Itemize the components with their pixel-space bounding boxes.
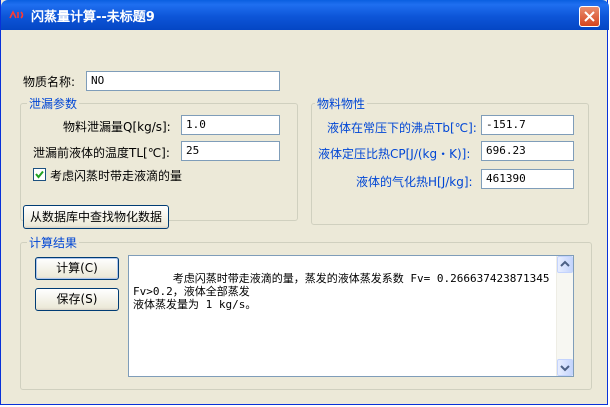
save-button[interactable]: 保存(S) [35, 288, 119, 311]
result-scrollbar[interactable] [556, 256, 573, 376]
material-props-title: 物料物性 [315, 95, 368, 112]
window-client: 物质名称: NO 泄漏参数 物料泄漏量Q[kg/s]: 1.0 泄漏前液体的温度… [5, 30, 605, 401]
arrow-up-icon [560, 260, 570, 267]
flash-calc-window: 闪蒸量计算--未标题9 物质名称: NO 泄漏参数 物料泄漏量Q[kg/s]: … [0, 0, 609, 405]
boiling-point-field[interactable]: -151.7 [481, 115, 574, 135]
substance-label: 物质名称: [23, 75, 76, 89]
vaporization-heat-field[interactable]: 461390 [481, 169, 574, 189]
close-button[interactable] [579, 6, 600, 27]
specific-heat-label: 液体定压比热CP[J/(kg・K)]: [318, 147, 471, 161]
leak-params-title: 泄漏参数 [27, 95, 80, 112]
substance-name-field[interactable]: NO [86, 71, 280, 91]
leak-flow-field[interactable]: 1.0 [181, 115, 280, 135]
carry-droplets-checkbox[interactable] [33, 168, 46, 181]
results-title: 计算结果 [27, 234, 80, 251]
arrow-down-icon [560, 365, 570, 372]
result-output-text: 考虑闪蒸时带走液滴的量，蒸发的液体蒸发系数 Fv= 0.266637423871… [133, 272, 550, 311]
leak-temp-field[interactable]: 25 [181, 141, 280, 161]
checkmark-icon [35, 170, 44, 179]
leak-temp-label: 泄漏前液体的温度TL[℃]: [33, 146, 170, 160]
boiling-point-label: 液体在常压下的沸点Tb[℃]: [327, 121, 477, 135]
window-title: 闪蒸量计算--未标题9 [31, 10, 155, 25]
app-icon [9, 10, 24, 19]
result-output[interactable]: 考虑闪蒸时带走液滴的量，蒸发的液体蒸发系数 Fv= 0.266637423871… [128, 255, 574, 377]
title-bar[interactable]: 闪蒸量计算--未标题9 [1, 0, 609, 30]
specific-heat-field[interactable]: 696.23 [481, 141, 574, 161]
scroll-up-button[interactable] [557, 256, 573, 273]
close-icon [584, 11, 595, 22]
calculate-button[interactable]: 计算(C) [35, 257, 119, 280]
carry-droplets-label: 考虑闪蒸时带走液滴的量 [50, 169, 183, 183]
leak-flow-label: 物料泄漏量Q[kg/s]: [63, 120, 171, 134]
lookup-database-button[interactable]: 从数据库中查找物化数据 [23, 205, 169, 229]
vaporization-heat-label: 液体的气化热H[J/kg]: [356, 175, 473, 189]
scroll-down-button[interactable] [557, 359, 573, 376]
